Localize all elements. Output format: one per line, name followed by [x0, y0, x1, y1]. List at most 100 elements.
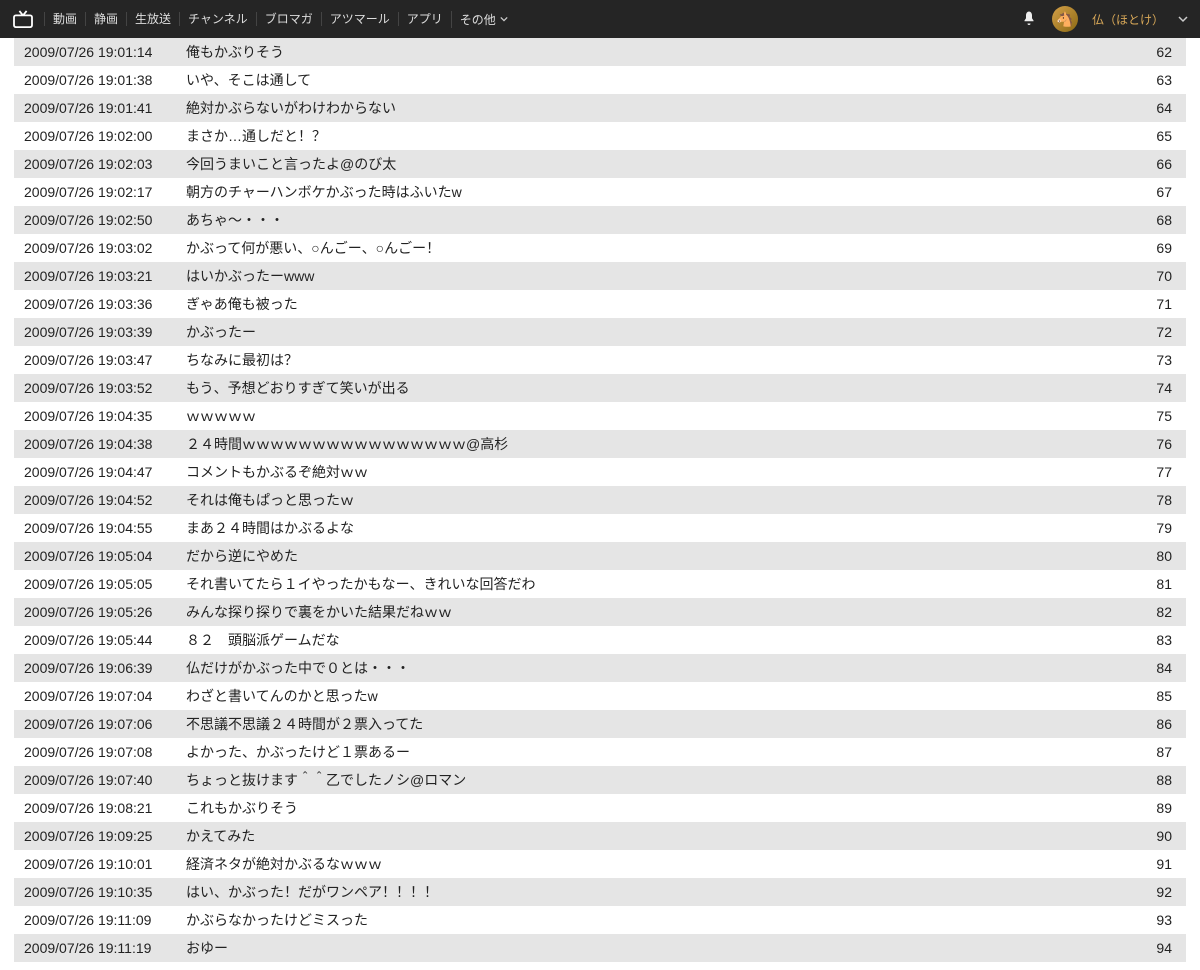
- cell-timestamp: 2009/07/26 19:05:44: [14, 632, 182, 648]
- username-label[interactable]: 仏（ほとけ）: [1092, 11, 1164, 28]
- cell-comment-text: ｗｗｗｗｗ: [182, 406, 1136, 426]
- notification-bell-icon[interactable]: [1020, 10, 1038, 28]
- cell-number: 62: [1136, 44, 1186, 60]
- nav-live[interactable]: 生放送: [126, 12, 179, 26]
- nav-atsumaru[interactable]: アツマール: [321, 12, 398, 26]
- cell-number: 91: [1136, 856, 1186, 872]
- cell-timestamp: 2009/07/26 19:03:39: [14, 324, 182, 340]
- cell-number: 65: [1136, 128, 1186, 144]
- cell-timestamp: 2009/07/26 19:02:50: [14, 212, 182, 228]
- nav-channel[interactable]: チャンネル: [179, 12, 256, 26]
- cell-comment-text: かぶらなかったけどミスった: [182, 910, 1136, 930]
- table-row[interactable]: 2009/07/26 19:03:02かぶって何が悪い、○んごー、○んごー！69: [14, 234, 1186, 262]
- table-row[interactable]: 2009/07/26 19:10:35はい、かぶった！だがワンペア！！！！92: [14, 878, 1186, 906]
- table-row[interactable]: 2009/07/26 19:01:41絶対かぶらないがわけわからない64: [14, 94, 1186, 122]
- cell-comment-text: かえてみた: [182, 826, 1136, 846]
- user-avatar[interactable]: 🐴: [1052, 6, 1078, 32]
- table-row[interactable]: 2009/07/26 19:03:39かぶったー72: [14, 318, 1186, 346]
- cell-comment-text: だから逆にやめた: [182, 546, 1136, 566]
- table-row[interactable]: 2009/07/26 19:02:00まさか…通しだと！？65: [14, 122, 1186, 150]
- nav-other-label: その他: [460, 11, 496, 28]
- cell-timestamp: 2009/07/26 19:06:39: [14, 660, 182, 676]
- cell-timestamp: 2009/07/26 19:03:02: [14, 240, 182, 256]
- nav-app[interactable]: アプリ: [398, 12, 451, 26]
- cell-comment-text: あちゃ〜・・・: [182, 210, 1136, 230]
- cell-number: 72: [1136, 324, 1186, 340]
- cell-number: 92: [1136, 884, 1186, 900]
- cell-timestamp: 2009/07/26 19:07:40: [14, 772, 182, 788]
- cell-number: 64: [1136, 100, 1186, 116]
- cell-comment-text: はい、かぶった！だがワンペア！！！！: [182, 882, 1136, 902]
- cell-comment-text: かぶったー: [182, 322, 1136, 342]
- cell-timestamp: 2009/07/26 19:10:35: [14, 884, 182, 900]
- cell-comment-text: 絶対かぶらないがわけわからない: [182, 98, 1136, 118]
- cell-comment-text: ちなみに最初は？: [182, 350, 1136, 370]
- table-row[interactable]: 2009/07/26 19:02:03今回うまいこと言ったよ@のび太66: [14, 150, 1186, 178]
- table-row[interactable]: 2009/07/26 19:06:39仏だけがかぶった中で０とは・・・84: [14, 654, 1186, 682]
- cell-number: 66: [1136, 156, 1186, 172]
- cell-number: 93: [1136, 912, 1186, 928]
- table-row[interactable]: 2009/07/26 19:07:04わざと書いてんのかと思ったw85: [14, 682, 1186, 710]
- table-row[interactable]: 2009/07/26 19:01:38いや、そこは通して63: [14, 66, 1186, 94]
- cell-number: 85: [1136, 688, 1186, 704]
- table-row[interactable]: 2009/07/26 19:03:47ちなみに最初は？73: [14, 346, 1186, 374]
- table-row[interactable]: 2009/07/26 19:03:21はいかぶったーwww70: [14, 262, 1186, 290]
- cell-timestamp: 2009/07/26 19:04:38: [14, 436, 182, 452]
- table-row[interactable]: 2009/07/26 19:04:38２４時間ｗｗｗｗｗｗｗｗｗｗｗｗｗｗｗｗ@…: [14, 430, 1186, 458]
- cell-timestamp: 2009/07/26 19:03:36: [14, 296, 182, 312]
- table-row[interactable]: 2009/07/26 19:10:01経済ネタが絶対かぶるなｗｗｗ91: [14, 850, 1186, 878]
- cell-number: 77: [1136, 464, 1186, 480]
- cell-number: 73: [1136, 352, 1186, 368]
- table-row[interactable]: 2009/07/26 19:11:09かぶらなかったけどミスった93: [14, 906, 1186, 934]
- cell-timestamp: 2009/07/26 19:10:01: [14, 856, 182, 872]
- cell-timestamp: 2009/07/26 19:07:04: [14, 688, 182, 704]
- nav-blomaga[interactable]: ブロマガ: [256, 12, 321, 26]
- site-logo-icon[interactable]: [12, 10, 34, 28]
- cell-timestamp: 2009/07/26 19:04:35: [14, 408, 182, 424]
- table-row[interactable]: 2009/07/26 19:01:14俺もかぶりそう62: [14, 38, 1186, 66]
- cell-comment-text: かぶって何が悪い、○んごー、○んごー！: [182, 238, 1136, 258]
- nav-seiga[interactable]: 静画: [85, 12, 126, 26]
- table-row[interactable]: 2009/07/26 19:04:47コメントもかぶるぞ絶対ｗｗ77: [14, 458, 1186, 486]
- table-row[interactable]: 2009/07/26 19:07:06不思議不思議２４時間が２票入ってた86: [14, 710, 1186, 738]
- table-row[interactable]: 2009/07/26 19:11:19おゆー94: [14, 934, 1186, 962]
- nav-video[interactable]: 動画: [44, 12, 85, 26]
- user-chevron-down-icon[interactable]: [1178, 14, 1188, 24]
- table-row[interactable]: 2009/07/26 19:04:52それは俺もぱっと思ったｗ78: [14, 486, 1186, 514]
- cell-number: 74: [1136, 380, 1186, 396]
- cell-comment-text: わざと書いてんのかと思ったw: [182, 686, 1136, 706]
- cell-number: 63: [1136, 72, 1186, 88]
- cell-number: 90: [1136, 828, 1186, 844]
- table-row[interactable]: 2009/07/26 19:04:35ｗｗｗｗｗ75: [14, 402, 1186, 430]
- cell-comment-text: ８２ 頭脳派ゲームだな: [182, 630, 1136, 650]
- cell-comment-text: ２４時間ｗｗｗｗｗｗｗｗｗｗｗｗｗｗｗｗ@高杉: [182, 434, 1136, 454]
- cell-number: 83: [1136, 632, 1186, 648]
- cell-comment-text: それ書いてたら１イやったかもなー、きれいな回答だわ: [182, 574, 1136, 594]
- chevron-down-icon: [500, 15, 508, 23]
- table-row[interactable]: 2009/07/26 19:03:36ぎゃあ俺も被った71: [14, 290, 1186, 318]
- table-row[interactable]: 2009/07/26 19:09:25かえてみた90: [14, 822, 1186, 850]
- cell-number: 84: [1136, 660, 1186, 676]
- nav-other[interactable]: その他: [451, 11, 516, 28]
- table-row[interactable]: 2009/07/26 19:08:21これもかぶりそう89: [14, 794, 1186, 822]
- cell-comment-text: コメントもかぶるぞ絶対ｗｗ: [182, 462, 1136, 482]
- cell-comment-text: はいかぶったーwww: [182, 266, 1136, 286]
- cell-comment-text: まあ２４時間はかぶるよな: [182, 518, 1136, 538]
- cell-number: 80: [1136, 548, 1186, 564]
- table-row[interactable]: 2009/07/26 19:03:52もう、予想どおりすぎて笑いが出る74: [14, 374, 1186, 402]
- table-row[interactable]: 2009/07/26 19:02:17朝方のチャーハンボケかぶった時はふいたw6…: [14, 178, 1186, 206]
- cell-number: 75: [1136, 408, 1186, 424]
- table-row[interactable]: 2009/07/26 19:05:05それ書いてたら１イやったかもなー、きれいな…: [14, 570, 1186, 598]
- table-row[interactable]: 2009/07/26 19:07:08よかった、かぶったけど１票あるー87: [14, 738, 1186, 766]
- cell-timestamp: 2009/07/26 19:04:55: [14, 520, 182, 536]
- cell-timestamp: 2009/07/26 19:01:38: [14, 72, 182, 88]
- table-row[interactable]: 2009/07/26 19:07:40ちょっと抜けます＾＾乙でしたノシ@ロマン8…: [14, 766, 1186, 794]
- cell-timestamp: 2009/07/26 19:08:21: [14, 800, 182, 816]
- table-row[interactable]: 2009/07/26 19:02:50あちゃ〜・・・68: [14, 206, 1186, 234]
- cell-timestamp: 2009/07/26 19:03:21: [14, 268, 182, 284]
- table-row[interactable]: 2009/07/26 19:05:44８２ 頭脳派ゲームだな83: [14, 626, 1186, 654]
- cell-comment-text: ぎゃあ俺も被った: [182, 294, 1136, 314]
- table-row[interactable]: 2009/07/26 19:05:26みんな探り探りで裏をかいた結果だねｗｗ82: [14, 598, 1186, 626]
- table-row[interactable]: 2009/07/26 19:04:55まあ２４時間はかぶるよな79: [14, 514, 1186, 542]
- table-row[interactable]: 2009/07/26 19:05:04だから逆にやめた80: [14, 542, 1186, 570]
